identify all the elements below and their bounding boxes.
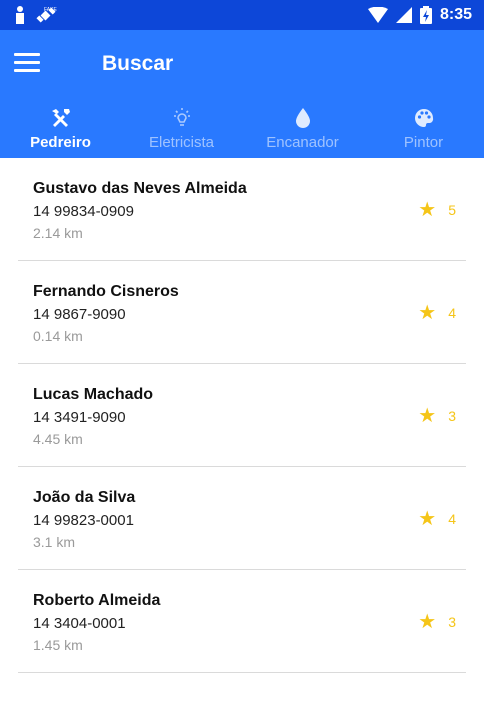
worker-rating: ★ 3 — [418, 406, 456, 426]
star-icon: ★ — [418, 199, 437, 221]
rating-value: 5 — [448, 202, 456, 218]
worker-distance: 2.14 km — [33, 225, 83, 241]
worker-distance: 3.1 km — [33, 534, 76, 550]
list-item[interactable]: João da Silva 14 99823-0001 3.1 km ★ 4 — [18, 467, 466, 570]
worker-name: Lucas Machado — [33, 386, 154, 403]
worker-distance: 1.45 km — [33, 637, 83, 653]
palette-icon — [414, 109, 433, 127]
worker-name: Fernando Cisneros — [33, 283, 179, 300]
rating-value: 3 — [448, 408, 456, 424]
person-icon — [16, 6, 24, 24]
worker-name: Roberto Almeida — [33, 592, 161, 609]
status-time: 8:35 — [439, 6, 472, 23]
worker-distance: 4.45 km — [33, 431, 83, 447]
list-item[interactable]: Lucas Machado 14 3491-9090 4.45 km ★ 3 — [18, 364, 466, 467]
worker-phone: 14 99823-0001 — [33, 512, 134, 529]
list-item[interactable]: Roberto Almeida 14 3404-0001 1.45 km ★ 3 — [18, 570, 466, 673]
worker-list: Gustavo das Neves Almeida 14 99834-0909 … — [0, 158, 484, 673]
list-item[interactable]: Fernando Cisneros 14 9867-9090 0.14 km ★… — [18, 261, 466, 364]
tab-label: Pintor — [403, 134, 444, 151]
tab-label: Pedreiro — [30, 134, 91, 151]
wifi-icon — [367, 7, 388, 23]
rating-value: 4 — [448, 511, 456, 527]
tab-label: Eletricista — [148, 134, 215, 151]
star-icon: ★ — [418, 611, 437, 633]
category-tabs: Pedreiro Eletricista Encanador Pintor — [0, 100, 484, 258]
worker-rating: ★ 3 — [418, 612, 456, 632]
battery-icon — [419, 6, 432, 24]
tab-eletricista[interactable]: Eletricista — [121, 100, 242, 158]
star-icon: ★ — [418, 405, 437, 427]
star-icon: ★ — [418, 508, 437, 530]
worker-name: Gustavo das Neves Almeida — [33, 180, 247, 197]
page-title: Buscar — [102, 52, 174, 75]
worker-phone: 14 3404-0001 — [33, 615, 126, 632]
app-bar: Buscar — [0, 30, 484, 100]
tab-pintor[interactable]: Pintor — [363, 100, 484, 158]
worker-phone: 14 9867-9090 — [33, 306, 126, 323]
satellite-icon: FAKE — [36, 7, 57, 23]
tab-pedreiro[interactable]: Pedreiro — [0, 100, 121, 158]
signal-icon — [395, 7, 412, 23]
worker-rating: ★ 4 — [418, 303, 456, 323]
list-item[interactable]: Gustavo das Neves Almeida 14 99834-0909 … — [18, 158, 466, 261]
hamburger-menu-icon[interactable] — [14, 53, 40, 75]
status-bar: FAKE 8:35 — [0, 0, 484, 30]
worker-phone: 14 99834-0909 — [33, 203, 134, 220]
rating-value: 4 — [448, 305, 456, 321]
lightbulb-icon — [173, 108, 190, 126]
tab-label: Encanador — [266, 134, 339, 151]
star-icon: ★ — [418, 302, 437, 324]
tab-encanador[interactable]: Encanador — [242, 100, 363, 158]
worker-rating: ★ 5 — [418, 200, 456, 220]
water-drop-icon — [295, 108, 310, 128]
rating-value: 3 — [448, 614, 456, 630]
worker-distance: 0.14 km — [33, 328, 83, 344]
svg-text:FAKE: FAKE — [44, 7, 57, 13]
worker-rating: ★ 4 — [418, 509, 456, 529]
worker-name: João da Silva — [33, 489, 136, 506]
worker-phone: 14 3491-9090 — [33, 409, 126, 426]
tools-icon — [51, 109, 70, 127]
